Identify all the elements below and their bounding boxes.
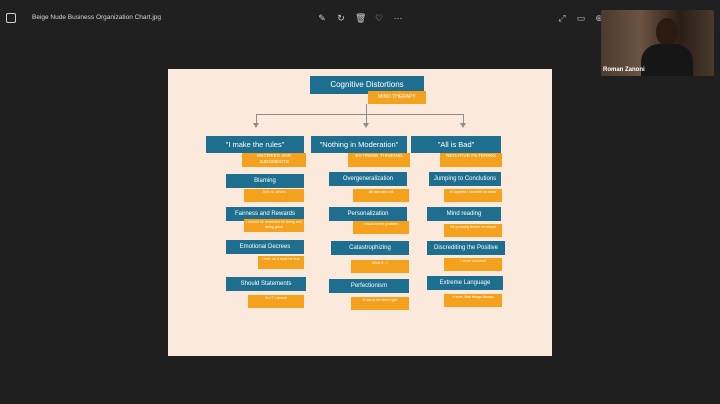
photos-app-icon	[6, 13, 16, 23]
distortion-title: Overgeneralization	[329, 172, 407, 186]
distortion-title: Emotional Decrees	[226, 240, 304, 254]
arrow-middle-icon	[363, 123, 369, 128]
rotate-icon[interactable]: ↻	[336, 13, 346, 23]
distortion-title: Jumping to Conclutions	[429, 172, 501, 186]
video-call-tile: Roman Zanoni	[601, 10, 714, 76]
distortion-example: It has to be done right	[351, 297, 409, 310]
distortion-title: Discrediting the Positive	[427, 241, 505, 255]
category-title: "Nothing in Moderation"	[311, 136, 407, 153]
distortion-example: Y-ever, Bad things Always	[444, 294, 502, 307]
distortion-example: I never succeed	[444, 258, 502, 271]
connector-trunk	[366, 104, 367, 114]
category-title: "I make the rules"	[206, 136, 304, 153]
category-subtitle: DECREES AND JUDGMENTS	[242, 153, 306, 167]
category-title: "All is Bad"	[411, 136, 501, 153]
distortion-title: Extreme Language	[427, 276, 503, 290]
delete-icon[interactable]: 🗑	[355, 13, 366, 23]
favorite-icon[interactable]: ♡	[374, 13, 384, 23]
distortion-example: I must be the problem	[353, 221, 409, 234]
file-title: Beige Nude Business Organization Chart.j…	[32, 14, 161, 21]
distortion-title: Catastrophizing	[331, 241, 409, 255]
chart-subtitle: MIND THERAPY	[368, 91, 426, 104]
participant-name: Roman Zanoni	[603, 67, 645, 73]
expand-icon[interactable]: ⤢	[557, 13, 567, 23]
participant-body	[641, 44, 693, 76]
connector-bar	[256, 114, 464, 115]
arrow-right-icon	[460, 123, 466, 128]
more-icon[interactable]: ···	[393, 13, 403, 23]
distortion-example: I should be rewarded for being and doing…	[244, 219, 304, 232]
edit-icon[interactable]: ✎	[317, 13, 327, 23]
category-subtitle: NEGATIVE FILTERING	[440, 153, 502, 167]
participant-head	[656, 18, 678, 46]
distortion-title: Perfectionism	[329, 279, 409, 293]
arrow-left-icon	[253, 123, 259, 128]
org-chart-image: Cognitive Distortions MIND THERAPY "I ma…	[168, 69, 552, 356]
distortion-example: Self vs. others	[244, 189, 304, 202]
distortion-example: It's IT I should	[248, 295, 304, 308]
distortion-title: Mind reading	[427, 207, 501, 221]
distortion-example: All men are evil	[353, 189, 409, 202]
distortion-example: What if...?	[351, 260, 409, 273]
distortion-title: Personalization	[329, 207, 407, 221]
distortion-title: Should Statements	[226, 277, 306, 291]
category-subtitle: EXTREME THINKING	[348, 153, 410, 167]
distortion-example: He probably thinks I'm stupid	[444, 224, 502, 237]
distortion-example: If I applied I wouldn't be hired	[444, 189, 502, 202]
distortion-example: I feel, so it must be true	[258, 256, 304, 269]
window-icon[interactable]: ▭	[576, 13, 586, 23]
distortion-title: Blaming	[226, 174, 304, 188]
